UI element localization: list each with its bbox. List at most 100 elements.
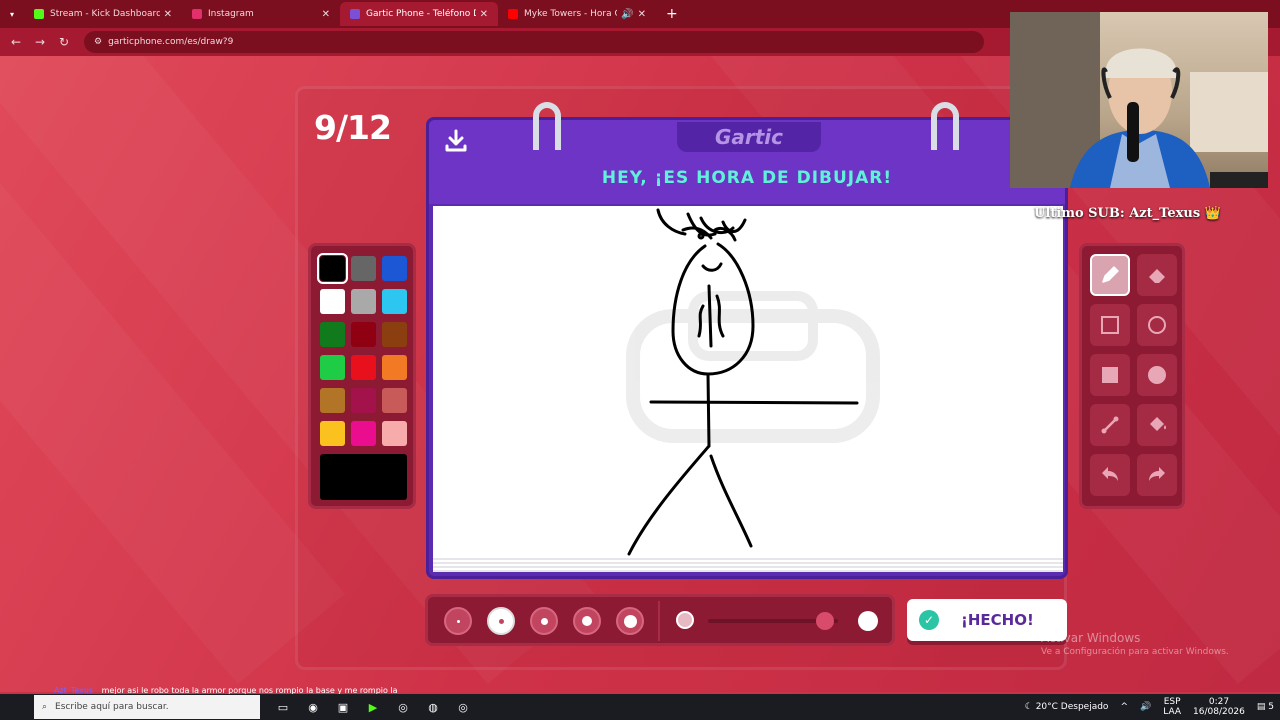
tab-instagram[interactable]: Instagram ✕ — [182, 2, 340, 26]
color-swatch[interactable] — [320, 421, 345, 446]
close-tab-icon[interactable]: ✕ — [164, 9, 172, 20]
line-icon — [1101, 416, 1119, 434]
drawing-canvas[interactable] — [433, 206, 1063, 558]
drawing-notebook: Gartic HEY, ¡ES HORA DE DIBUJAR! — [426, 102, 1068, 579]
back-icon[interactable]: ← — [4, 35, 28, 49]
canvas-drawing — [626, 208, 880, 556]
circle-filled-icon — [1148, 366, 1166, 384]
fill-bucket-tool[interactable] — [1137, 404, 1177, 446]
opacity-low-icon — [676, 611, 694, 629]
ellipse-outline-tool[interactable] — [1137, 304, 1177, 346]
paper-edge — [433, 558, 1063, 572]
redo-icon — [1149, 467, 1165, 481]
stick-figure-drawing — [627, 208, 859, 556]
pencil-tool[interactable] — [1090, 254, 1130, 296]
color-swatch[interactable] — [320, 388, 345, 413]
notification-icon[interactable]: ▤ 5 — [1257, 702, 1274, 712]
tab-gartic[interactable]: Gartic Phone - Teléfono Desco ✕ — [340, 2, 498, 26]
brush-size-5[interactable] — [616, 607, 644, 635]
url-field[interactable]: ⚙ garticphone.com/es/draw?9 — [84, 31, 984, 53]
clock[interactable]: 0:27 16/08/2026 — [1193, 697, 1245, 717]
color-swatch[interactable] — [382, 421, 407, 446]
ellipse-fill-tool[interactable] — [1137, 354, 1177, 396]
color-swatch[interactable] — [351, 256, 376, 281]
toolbar-divider — [658, 601, 660, 641]
tool-panel — [1079, 243, 1185, 509]
round-counter: 9/12 — [314, 108, 392, 147]
current-color-preview[interactable] — [320, 454, 407, 500]
paint-bucket-icon — [1150, 417, 1166, 431]
opacity-high-icon — [858, 611, 878, 631]
rectangle-outline-tool[interactable] — [1090, 304, 1130, 346]
close-tab-icon[interactable]: ✕ — [480, 9, 488, 20]
color-swatch[interactable] — [382, 388, 407, 413]
color-swatch[interactable] — [351, 289, 376, 314]
speaker-icon[interactable]: 🔊 — [621, 9, 633, 20]
brush-size-3[interactable] — [530, 607, 558, 635]
color-swatch[interactable] — [317, 253, 348, 284]
windows-taskbar: ⌕ Escribe aquí para buscar. ▭ ◉ ▣ ▶ ◎ ◍ … — [0, 694, 1280, 720]
last-sub-label: Ultimo SUB: Azt_Texus 👑 — [1034, 206, 1221, 221]
search-icon: ⌕ — [42, 702, 48, 712]
color-swatch[interactable] — [382, 322, 407, 347]
app-icon[interactable]: ◉ — [298, 694, 328, 720]
taskbar-search[interactable]: ⌕ Escribe aquí para buscar. — [34, 695, 260, 719]
close-tab-icon[interactable]: ✕ — [638, 9, 646, 20]
tab-search-icon[interactable]: ▾ — [0, 10, 24, 19]
color-swatch[interactable] — [382, 289, 407, 314]
new-tab-button[interactable]: + — [666, 6, 678, 22]
check-icon: ✓ — [919, 610, 939, 630]
weather-widget[interactable]: ☾ 20°C Despejado — [1025, 702, 1109, 712]
tab-youtube[interactable]: Myke Towers - Hora Cero ( 🔊 ✕ — [498, 2, 656, 26]
close-tab-icon[interactable]: ✕ — [322, 9, 330, 20]
opacity-slider-handle[interactable] — [816, 612, 834, 630]
tray-arrow-icon[interactable]: ^ — [1120, 702, 1128, 712]
gartic-icon — [350, 9, 360, 19]
download-icon[interactable] — [443, 128, 469, 154]
color-swatch[interactable] — [351, 388, 376, 413]
brush-controls — [425, 594, 895, 646]
webcam-overlay — [1010, 12, 1268, 188]
color-swatch[interactable] — [382, 355, 407, 380]
chrome-icon[interactable]: ◎ — [388, 694, 418, 720]
site-info-icon[interactable]: ⚙ — [94, 37, 102, 47]
eraser-icon — [1149, 269, 1165, 283]
rectangle-fill-tool[interactable] — [1090, 354, 1130, 396]
color-swatch[interactable] — [320, 355, 345, 380]
undo-icon — [1102, 467, 1118, 481]
reload-icon[interactable]: ↻ — [52, 35, 76, 49]
redo-tool[interactable] — [1137, 454, 1177, 496]
language-indicator[interactable]: ESP LAA — [1163, 697, 1181, 717]
volume-icon[interactable]: 🔊 — [1140, 702, 1151, 712]
color-swatch[interactable] — [351, 421, 376, 446]
brush-size-2[interactable] — [487, 607, 515, 635]
draw-prompt-title: HEY, ¡ES HORA DE DIBUJAR! — [601, 168, 893, 188]
notebook-header: Gartic HEY, ¡ES HORA DE DIBUJAR! — [429, 120, 1065, 204]
brush-size-1[interactable] — [444, 607, 472, 635]
app-icon[interactable]: ◍ — [418, 694, 448, 720]
app-icon[interactable]: ▣ — [328, 694, 358, 720]
notebook-ring-right — [931, 102, 959, 150]
moon-icon: ☾ — [1024, 702, 1033, 712]
eraser-tool[interactable] — [1137, 254, 1177, 296]
color-swatch[interactable] — [320, 322, 345, 347]
undo-tool[interactable] — [1090, 454, 1130, 496]
pencil-icon — [1102, 266, 1119, 283]
color-swatch[interactable] — [351, 355, 376, 380]
brush-size-4[interactable] — [573, 607, 601, 635]
tab-kick[interactable]: Stream - Kick Dashboard ✕ — [24, 2, 182, 26]
media-player-icon[interactable]: ▶ — [358, 694, 388, 720]
color-swatch[interactable] — [320, 289, 345, 314]
line-tool[interactable] — [1090, 404, 1130, 446]
streamer-webcam-image — [1010, 12, 1268, 188]
square-filled-icon — [1102, 367, 1118, 383]
chrome-icon[interactable]: ◎ — [448, 694, 478, 720]
gartic-logo: Gartic — [677, 122, 821, 152]
color-swatch[interactable] — [382, 256, 407, 281]
forward-icon[interactable]: → — [28, 35, 52, 49]
color-swatch[interactable] — [351, 322, 376, 347]
youtube-icon — [508, 9, 518, 19]
notebook-ring-left — [533, 102, 561, 150]
task-view-icon[interactable]: ▭ — [268, 694, 298, 720]
instagram-icon — [192, 9, 202, 19]
